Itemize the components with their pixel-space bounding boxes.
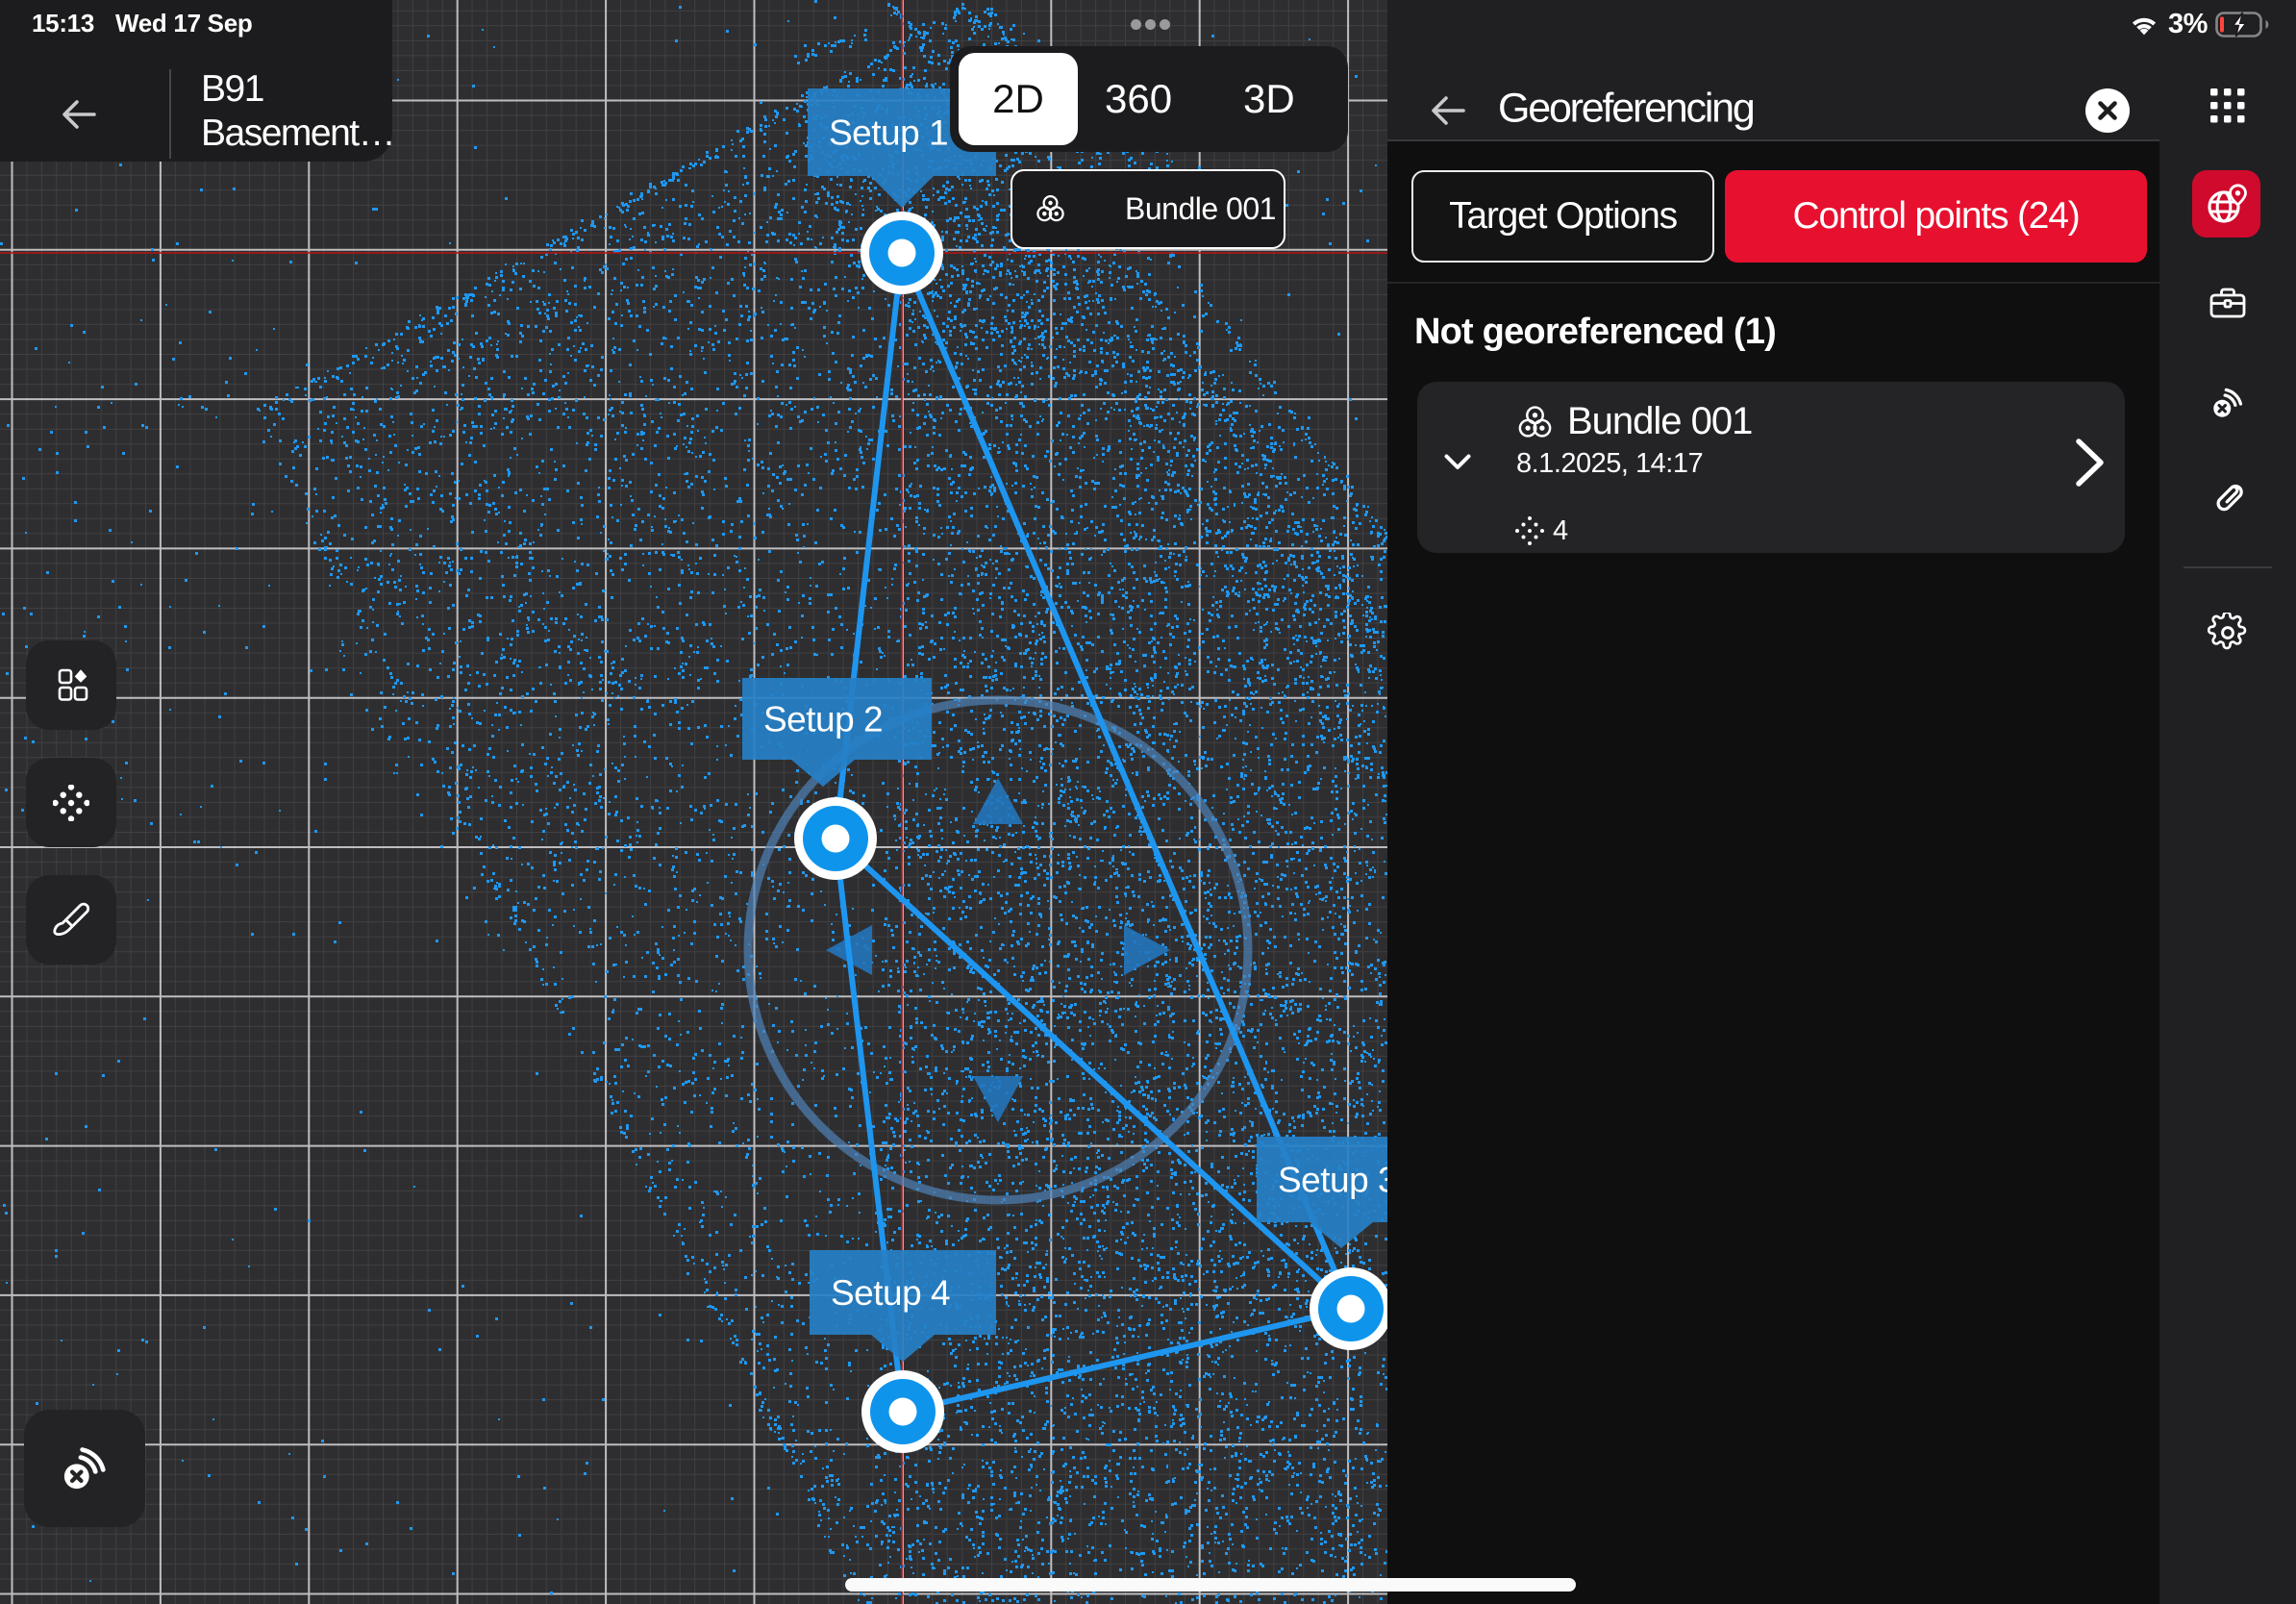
svg-text:Setup 2: Setup 2: [763, 700, 883, 739]
svg-text:Setup 3: Setup 3: [1278, 1161, 1387, 1200]
svg-text:Setup 1: Setup 1: [829, 113, 948, 153]
svg-text:Setup 4: Setup 4: [831, 1273, 950, 1313]
